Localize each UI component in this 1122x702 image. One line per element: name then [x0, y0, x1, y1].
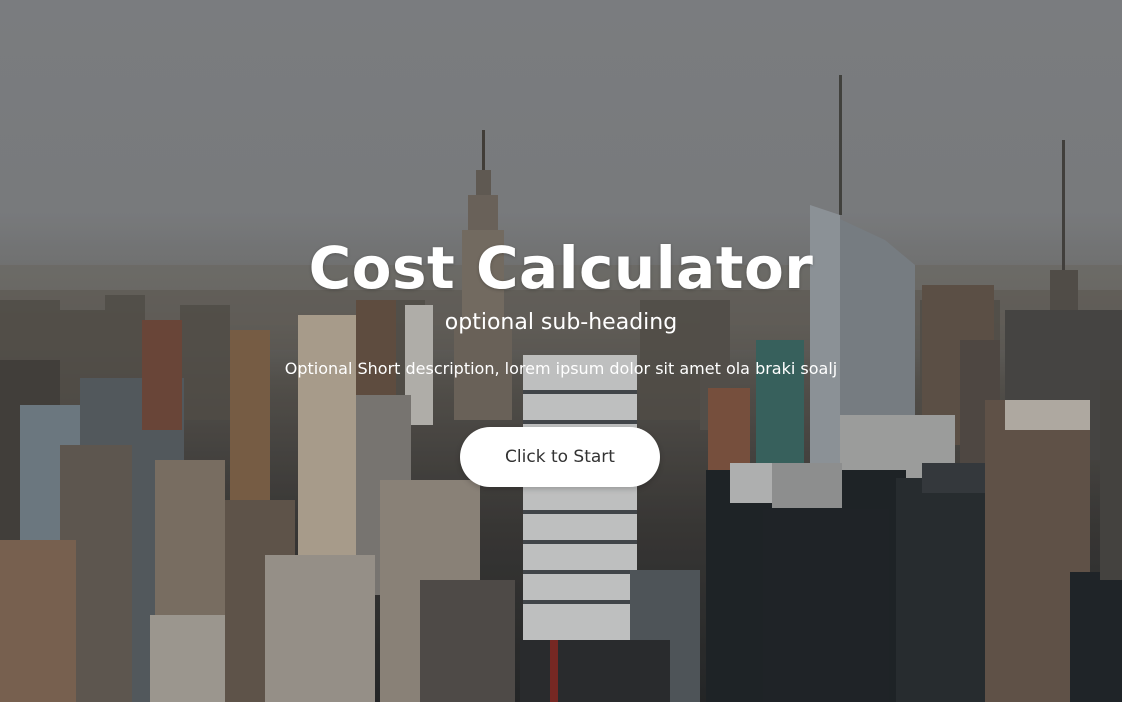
- hero-section: Cost Calculator optional sub-heading Opt…: [0, 0, 1122, 702]
- hero-content: Cost Calculator optional sub-heading Opt…: [0, 0, 1122, 702]
- sub-heading: optional sub-heading: [444, 310, 678, 335]
- page-title: Cost Calculator: [308, 234, 814, 302]
- start-button[interactable]: Click to Start: [460, 427, 660, 487]
- short-description: Optional Short description, lorem ipsum …: [284, 359, 838, 378]
